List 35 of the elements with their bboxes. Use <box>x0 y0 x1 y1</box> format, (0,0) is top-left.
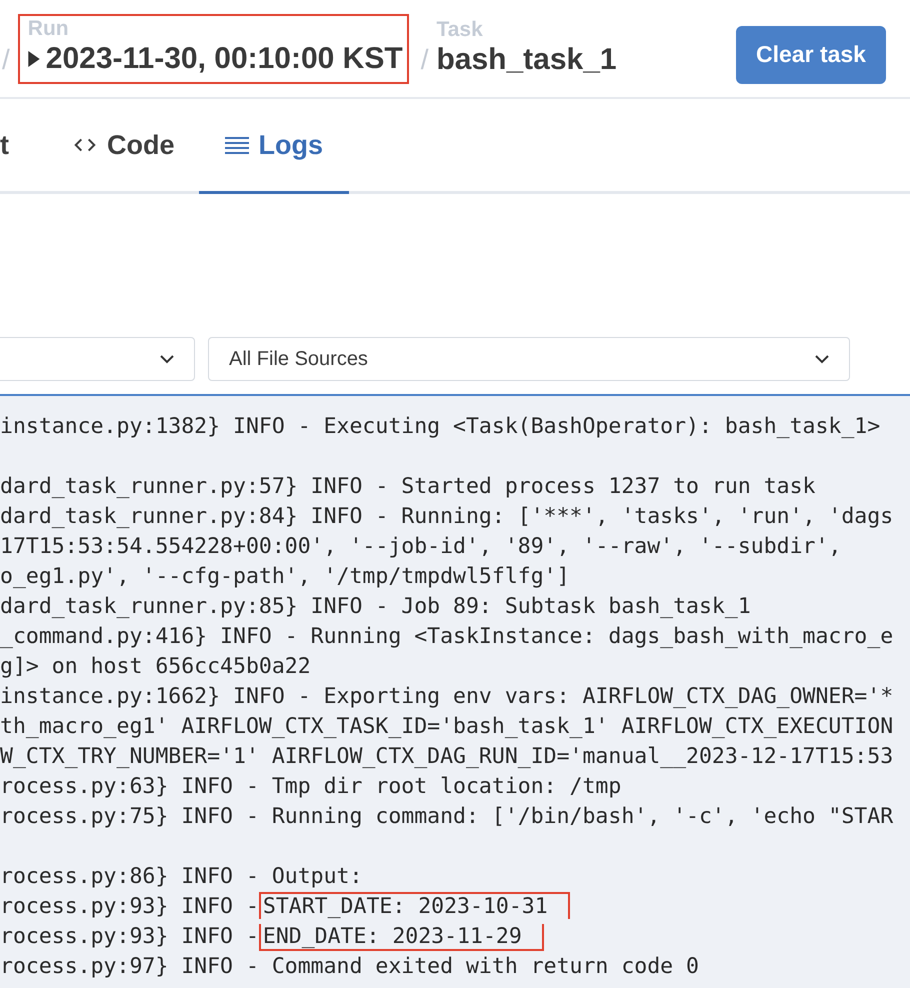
chevron-down-icon <box>160 354 174 364</box>
log-line: th_macro_eg1' AIRFLOW_CTX_TASK_ID='bash_task_1' AIRFLOW_CTX_EXECUTION <box>0 714 894 739</box>
list-icon <box>224 136 248 154</box>
log-line: rocess.py:93} INFO - <box>0 924 259 949</box>
breadcrumb-separator: / <box>2 44 10 76</box>
breadcrumb-separator: / <box>420 44 428 76</box>
tab[interactable]: Code <box>53 99 198 194</box>
log-line: _command.py:416} INFO - Running <TaskInstance: dags_bash_with_macro_e <box>0 624 894 649</box>
task-name[interactable]: bash_task_1 <box>436 40 617 78</box>
log-line: o_eg1.py', '--cfg-path', '/tmp/tmpdwl5flfg'] <box>0 564 570 589</box>
log-line: g]> on host 656cc45b0a22 <box>0 654 311 679</box>
log-line: rocess.py:97} INFO - Command exited with return code 0 <box>0 954 699 979</box>
chevron-down-icon <box>815 354 829 364</box>
log-line: rocess.py:93} INFO - <box>0 894 259 919</box>
tab[interactable]: t <box>0 99 53 194</box>
log-line: instance.py:1382} INFO - Executing <Task(BashOperator): bash_task_1> <box>0 414 880 439</box>
log-line: dard_task_runner.py:57} INFO - Started process 1237 to run task <box>0 474 816 499</box>
highlighted-log-text: START_DATE: 2023-10-31 <box>258 892 570 919</box>
log-line: instance.py:1662} INFO - Exporting env vars: AIRFLOW_CTX_DAG_OWNER='* <box>0 684 894 709</box>
run-label: Run <box>28 18 70 40</box>
log-line: W_CTX_TRY_NUMBER='1' AIRFLOW_CTX_DAG_RUN_ID='manual__2023-12-17T15:53 <box>0 744 894 769</box>
code-icon <box>73 136 97 154</box>
play-icon[interactable] <box>28 50 40 66</box>
log-line: rocess.py:86} INFO - Output: <box>0 864 362 889</box>
log-line: dard_task_runner.py:84} INFO - Running: ['***', 'tasks', 'run', 'dags <box>0 504 894 529</box>
log-line: dard_task_runner.py:85} INFO - Job 89: Subtask bash_task_1 <box>0 594 751 619</box>
highlighted-log-text: END_DATE: 2023-11-29 <box>258 924 544 951</box>
tab[interactable]: Logs <box>198 99 349 194</box>
log-line: 17T15:53:54.554228+00:00', '--job-id', '89', '--raw', '--subdir', <box>0 534 842 559</box>
log-line: rocess.py:63} INFO - Tmp dir root location: /tmp <box>0 774 622 799</box>
task-label: Task <box>436 18 484 40</box>
run-date-link[interactable]: 2023-11-30, 00:10:00 KST <box>46 40 403 78</box>
clear-task-button[interactable]: Clear task <box>736 26 886 84</box>
file-source-select[interactable]: All File Sources <box>208 337 850 381</box>
log-line: rocess.py:75} INFO - Running command: ['/bin/bash', '-c', 'echo "STAR <box>0 804 894 829</box>
